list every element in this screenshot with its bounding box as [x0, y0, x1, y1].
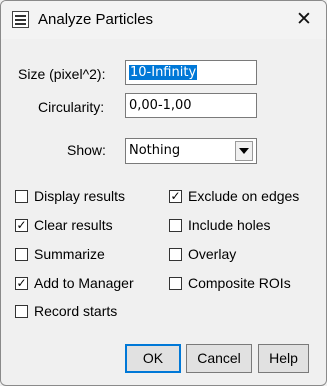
checkbox-box[interactable]	[15, 305, 28, 318]
show-selected-value: Nothing	[129, 143, 181, 158]
size-value: 10-Infinity	[129, 65, 198, 80]
checkbox-box[interactable]: ✓	[15, 277, 28, 290]
checkbox-label: Record starts	[34, 303, 118, 319]
close-icon[interactable]: ✕	[284, 3, 324, 37]
window-title: Analyze Particles	[38, 11, 154, 28]
checkbox-box[interactable]: ✓	[169, 190, 182, 203]
checkbox-label: Clear results	[34, 217, 113, 233]
analyze-particles-dialog: Analyze Particles ✕ Size (pixel^2): 10-I…	[0, 0, 327, 386]
checkbox-label: Exclude on edges	[188, 188, 300, 204]
chevron-down-icon[interactable]	[235, 141, 253, 161]
checkbox-label: Include holes	[188, 217, 271, 233]
checkbox-box[interactable]: ✓	[15, 219, 28, 232]
checkbox-label: Display results	[34, 188, 126, 204]
checkbox-box[interactable]	[15, 248, 28, 261]
size-label: Size (pixel^2):	[18, 66, 106, 82]
circularity-label: Circularity:	[38, 99, 105, 115]
size-input[interactable]: 10-Infinity	[125, 60, 257, 85]
title-bar: Analyze Particles ✕	[1, 1, 326, 39]
checkbox-box[interactable]	[15, 190, 28, 203]
circularity-input[interactable]: 0,00-1,00	[125, 93, 257, 118]
show-dropdown[interactable]: Nothing	[125, 138, 257, 164]
checkbox-label: Overlay	[188, 246, 237, 262]
checkbox-box[interactable]	[169, 277, 182, 290]
checkbox-label: Add to Manager	[34, 275, 134, 291]
checkbox-box[interactable]	[169, 248, 182, 261]
imagej-icon	[12, 11, 29, 28]
checkbox-label: Composite ROIs	[188, 275, 291, 291]
help-button[interactable]: Help	[258, 344, 309, 373]
checkbox-label: Summarize	[34, 246, 105, 262]
cancel-button[interactable]: Cancel	[186, 344, 252, 373]
checkbox-box[interactable]	[169, 219, 182, 232]
show-label: Show:	[67, 142, 106, 158]
ok-button[interactable]: OK	[125, 344, 181, 373]
circularity-value: 0,00-1,00	[129, 98, 192, 113]
